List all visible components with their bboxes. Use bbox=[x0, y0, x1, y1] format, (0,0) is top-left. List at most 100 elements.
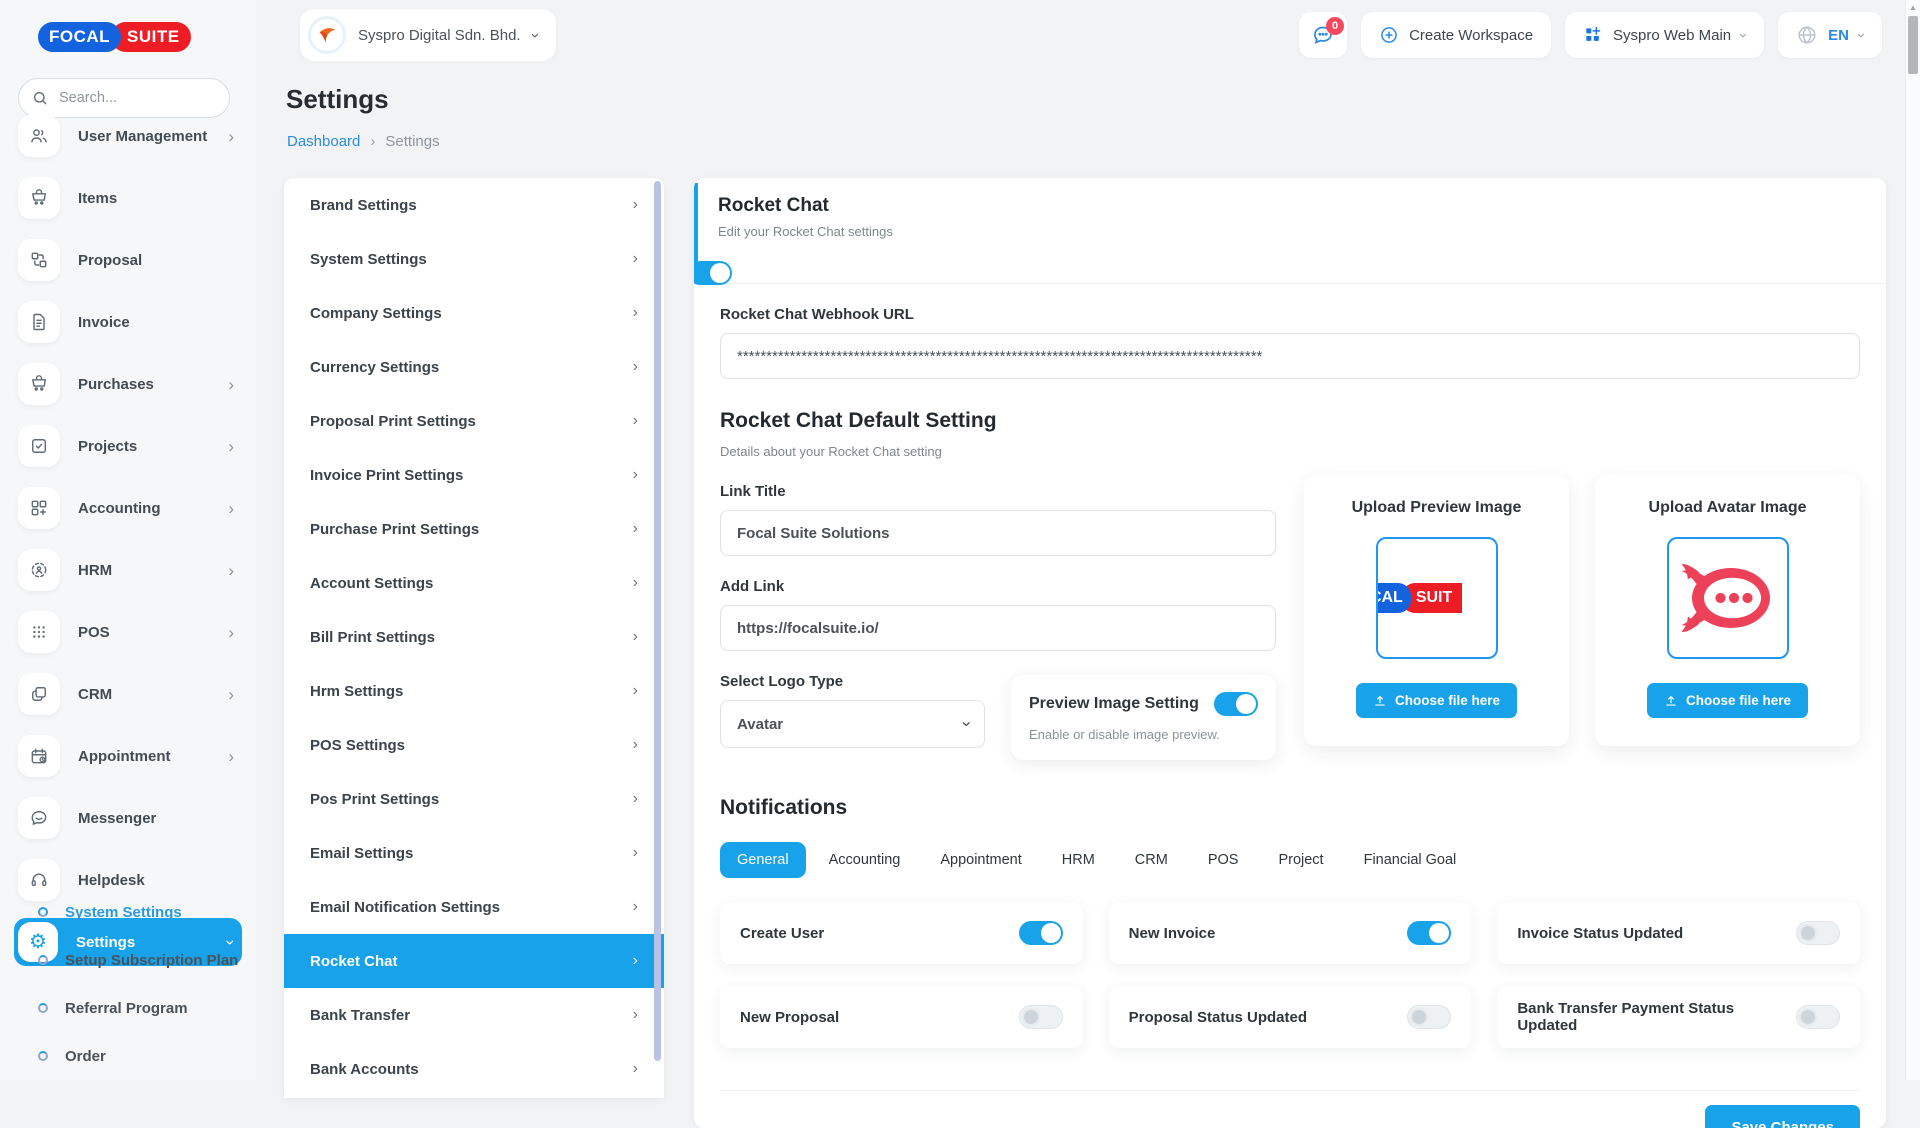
upload-cards: Upload Preview Image OCALSUIT Choose fil… bbox=[1304, 475, 1860, 760]
preview-image-toggle[interactable] bbox=[1214, 692, 1258, 716]
add-link-input[interactable] bbox=[720, 605, 1276, 651]
settings-menu-item-company[interactable]: Company Settings› bbox=[284, 286, 664, 340]
tab-project[interactable]: Project bbox=[1261, 842, 1340, 878]
settings-menu-item-email-notification[interactable]: Email Notification Settings› bbox=[284, 880, 664, 934]
chevron-right-icon: › bbox=[633, 196, 638, 214]
toggle-card-bank-transfer-payment-status: Bank Transfer Payment Status Updated bbox=[1497, 986, 1860, 1048]
tab-appointment[interactable]: Appointment bbox=[923, 842, 1038, 878]
sidebar-item-items[interactable]: Items bbox=[14, 174, 242, 222]
settings-menu-item-proposal-print[interactable]: Proposal Print Settings› bbox=[284, 394, 664, 448]
chevron-right-icon: › bbox=[228, 438, 234, 455]
sidebar-item-purchases[interactable]: Purchases › bbox=[14, 360, 242, 408]
sidebar-item-user-management[interactable]: User Management › bbox=[14, 112, 242, 160]
language-selector[interactable]: EN › bbox=[1778, 12, 1882, 58]
sidebar-item-label: Helpdesk bbox=[78, 872, 145, 889]
sidebar-item-hrm[interactable]: HRM › bbox=[14, 546, 242, 594]
chevron-right-icon: › bbox=[633, 358, 638, 376]
create-workspace-button[interactable]: Create Workspace bbox=[1361, 12, 1551, 58]
settings-menu-item-pos[interactable]: POS Settings› bbox=[284, 718, 664, 772]
chevron-right-icon: › bbox=[633, 466, 638, 484]
webhook-input[interactable] bbox=[720, 333, 1860, 379]
menu-item-label: Bank Transfer bbox=[310, 1007, 410, 1024]
settings-list-scrollbar[interactable] bbox=[654, 181, 661, 1061]
webhook-label: Rocket Chat Webhook URL bbox=[720, 306, 1860, 323]
page-title: Settings bbox=[286, 84, 389, 115]
sidebar-item-proposal[interactable]: Proposal bbox=[14, 236, 242, 284]
cart-icon bbox=[18, 363, 60, 405]
proposal-status-updated-toggle[interactable] bbox=[1407, 1005, 1451, 1029]
settings-menu-item-invoice-print[interactable]: Invoice Print Settings› bbox=[284, 448, 664, 502]
scrollbar-thumb[interactable] bbox=[1908, 16, 1918, 74]
upload-card-title: Upload Preview Image bbox=[1352, 499, 1522, 517]
settings-menu-item-bill-print[interactable]: Bill Print Settings› bbox=[284, 610, 664, 664]
settings-menu-item-brand[interactable]: Brand Settings› bbox=[284, 178, 664, 232]
chevron-down-icon: › bbox=[1741, 27, 1746, 44]
breadcrumb-dashboard-link[interactable]: Dashboard bbox=[287, 133, 360, 150]
chevron-down-icon: › bbox=[533, 27, 538, 44]
settings-menu-item-bank-accounts[interactable]: Bank Accounts› bbox=[284, 1042, 664, 1096]
company-selector[interactable]: Syspro Digital Sdn. Bhd. › bbox=[300, 9, 556, 61]
sidebar-item-helpdesk[interactable]: Helpdesk bbox=[14, 856, 242, 904]
settings-menu-item-email[interactable]: Email Settings› bbox=[284, 826, 664, 880]
settings-menu-item-currency[interactable]: Currency Settings› bbox=[284, 340, 664, 394]
sidebar-subitem-setup-subscription-plan[interactable]: Setup Subscription Plan bbox=[38, 948, 256, 972]
tab-pos[interactable]: POS bbox=[1191, 842, 1256, 878]
sidebar-item-label: HRM bbox=[78, 562, 112, 579]
new-proposal-toggle[interactable] bbox=[1019, 1005, 1063, 1029]
window-scrollbar[interactable]: ▲ bbox=[1905, 0, 1920, 1080]
section-subtitle: Details about your Rocket Chat setting bbox=[720, 444, 1276, 459]
choose-file-label: Choose file here bbox=[1395, 693, 1500, 708]
sidebar-subitem-order[interactable]: Order bbox=[38, 1044, 256, 1068]
link-title-input[interactable] bbox=[720, 510, 1276, 556]
bank-transfer-payment-status-toggle[interactable] bbox=[1796, 1005, 1840, 1029]
settings-menu-item-hrm[interactable]: Hrm Settings› bbox=[284, 664, 664, 718]
sidebar-item-accounting[interactable]: Accounting › bbox=[14, 484, 242, 532]
logo-type-select[interactable]: Avatar › bbox=[720, 700, 985, 748]
messenger-button[interactable]: 0 bbox=[1299, 12, 1347, 58]
tab-financial-goal[interactable]: Financial Goal bbox=[1347, 842, 1474, 878]
chat-badge: 0 bbox=[1326, 17, 1344, 35]
sidebar-item-messenger[interactable]: Messenger bbox=[14, 794, 242, 842]
workspace-selector[interactable]: Syspro Web Main › bbox=[1565, 12, 1764, 58]
sidebar-subitem-referral-program[interactable]: Referral Program bbox=[38, 996, 256, 1020]
chevron-down-icon: › bbox=[957, 721, 977, 727]
breadcrumb-separator: › bbox=[370, 133, 375, 150]
link-title-label: Link Title bbox=[720, 483, 1276, 500]
sidebar-item-crm[interactable]: CRM › bbox=[14, 670, 242, 718]
workspace-name: Syspro Web Main bbox=[1613, 27, 1731, 44]
tab-general[interactable]: General bbox=[720, 842, 806, 878]
logo-type-value: Avatar bbox=[737, 716, 783, 733]
new-invoice-toggle[interactable] bbox=[1407, 921, 1451, 945]
tab-hrm[interactable]: HRM bbox=[1045, 842, 1112, 878]
rocket-chat-enable-toggle[interactable] bbox=[694, 261, 732, 285]
scrollbar-up-arrow[interactable]: ▲ bbox=[1906, 3, 1920, 12]
create-user-toggle[interactable] bbox=[1019, 921, 1063, 945]
upload-icon bbox=[1373, 694, 1387, 708]
search-input[interactable] bbox=[57, 89, 216, 107]
sidebar-item-pos[interactable]: POS › bbox=[14, 608, 242, 656]
invoice-status-updated-toggle[interactable] bbox=[1796, 921, 1840, 945]
menu-item-label: Bill Print Settings bbox=[310, 629, 435, 646]
globe-icon bbox=[1796, 24, 1818, 46]
settings-menu-item-bank-transfer[interactable]: Bank Transfer› bbox=[284, 988, 664, 1042]
sidebar-subitem-system-settings[interactable]: System Settings bbox=[38, 900, 256, 924]
upload-preview-image-card: Upload Preview Image OCALSUIT Choose fil… bbox=[1304, 475, 1569, 746]
settings-menu-item-account[interactable]: Account Settings› bbox=[284, 556, 664, 610]
save-changes-button[interactable]: Save Changes bbox=[1705, 1105, 1860, 1128]
tab-accounting[interactable]: Accounting bbox=[812, 842, 918, 878]
sidebar-item-label: User Management bbox=[78, 128, 207, 145]
menu-item-label: Rocket Chat bbox=[310, 953, 398, 970]
sidebar-item-invoice[interactable]: Invoice bbox=[14, 298, 242, 346]
choose-file-button[interactable]: Choose file here bbox=[1356, 683, 1517, 718]
chat-bubble-icon bbox=[18, 797, 60, 839]
settings-menu-item-rocket-chat[interactable]: Rocket Chat› bbox=[284, 934, 664, 988]
focal-suite-logo[interactable]: FOCAL SUITE bbox=[38, 22, 191, 52]
sidebar-item-appointment[interactable]: Appointment › bbox=[14, 732, 242, 780]
sidebar-item-projects[interactable]: Projects › bbox=[14, 422, 242, 470]
tab-crm[interactable]: CRM bbox=[1118, 842, 1185, 878]
settings-menu-item-purchase-print[interactable]: Purchase Print Settings› bbox=[284, 502, 664, 556]
settings-menu-item-system[interactable]: System Settings› bbox=[284, 232, 664, 286]
settings-menu-item-pos-print[interactable]: Pos Print Settings› bbox=[284, 772, 664, 826]
choose-file-button[interactable]: Choose file here bbox=[1647, 683, 1808, 718]
menu-item-label: Account Settings bbox=[310, 575, 433, 592]
